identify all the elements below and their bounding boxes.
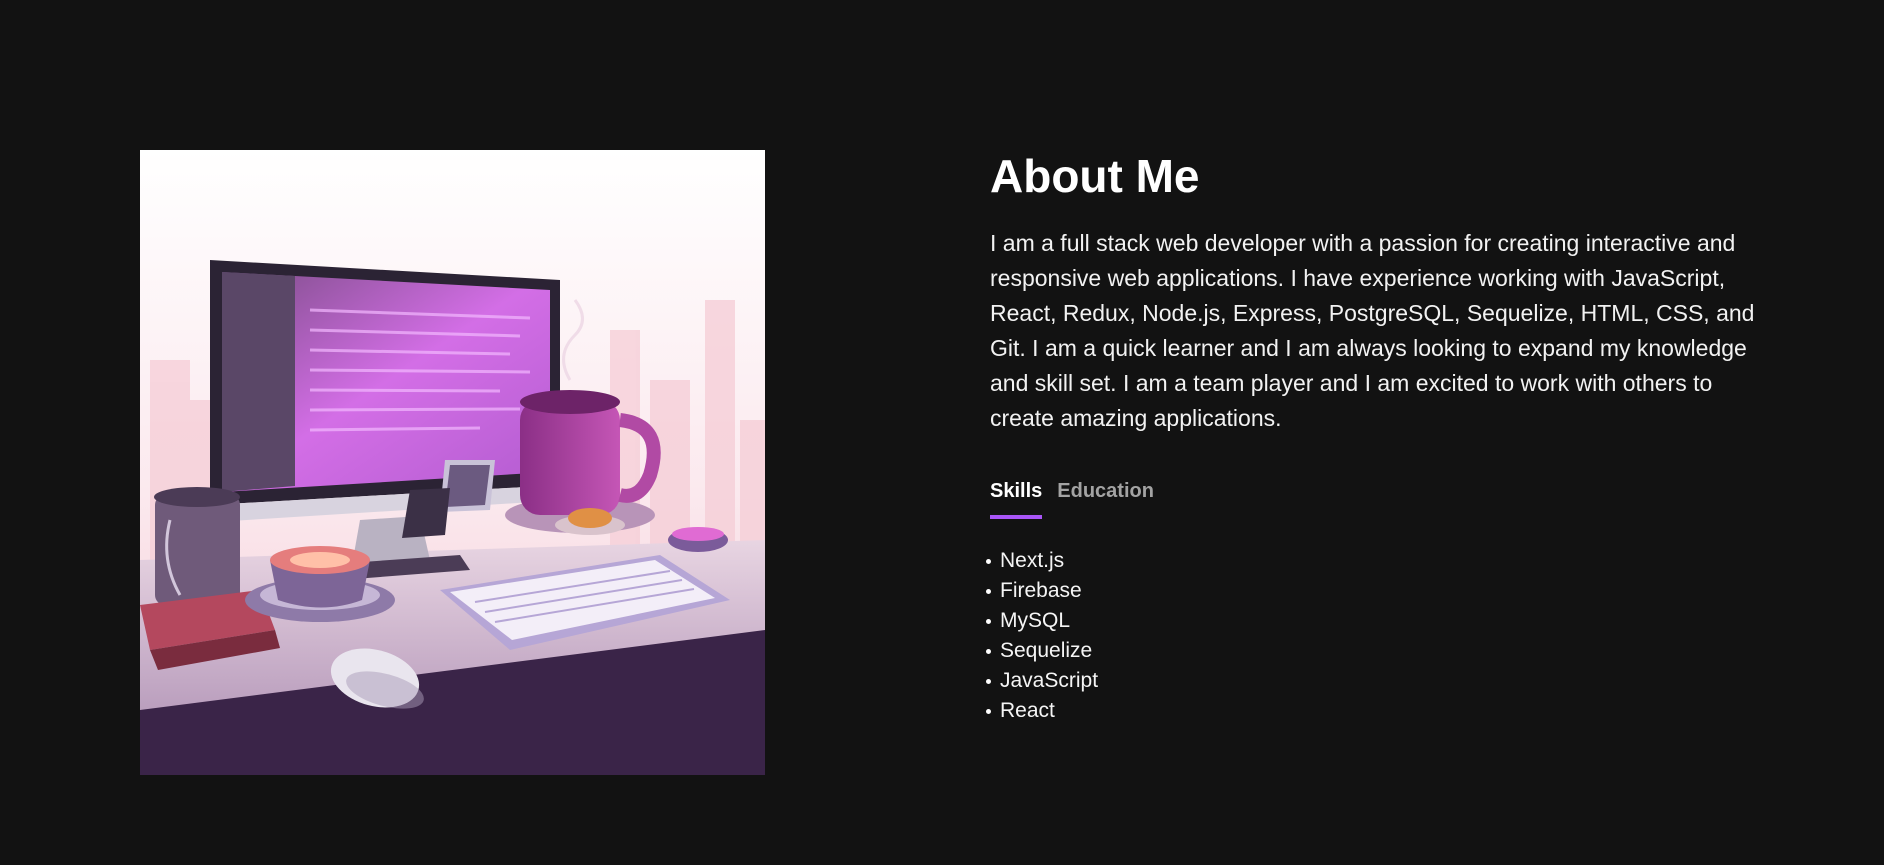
list-item: Firebase — [986, 576, 1760, 606]
list-item: MySQL — [986, 606, 1760, 636]
tab-skills[interactable]: Skills — [990, 478, 1043, 519]
about-bio: I am a full stack web developer with a p… — [990, 230, 1755, 431]
tab-education[interactable]: Education — [1057, 478, 1154, 518]
list-item: JavaScript — [986, 666, 1760, 696]
about-content: About Me I am a full stack web developer… — [986, 148, 1760, 726]
about-illustration — [140, 150, 765, 775]
skills-list: Next.js Firebase MySQL Sequelize JavaScr… — [986, 546, 1760, 726]
about-section: About Me I am a full stack web developer… — [0, 0, 1884, 865]
list-item: Next.js — [986, 546, 1760, 576]
list-item: Sequelize — [986, 636, 1760, 666]
desk-setup-illustration — [140, 150, 765, 775]
page-title: About Me — [990, 150, 1200, 202]
tab-bar: Skills Education — [990, 478, 1760, 519]
list-item: React — [986, 696, 1760, 726]
